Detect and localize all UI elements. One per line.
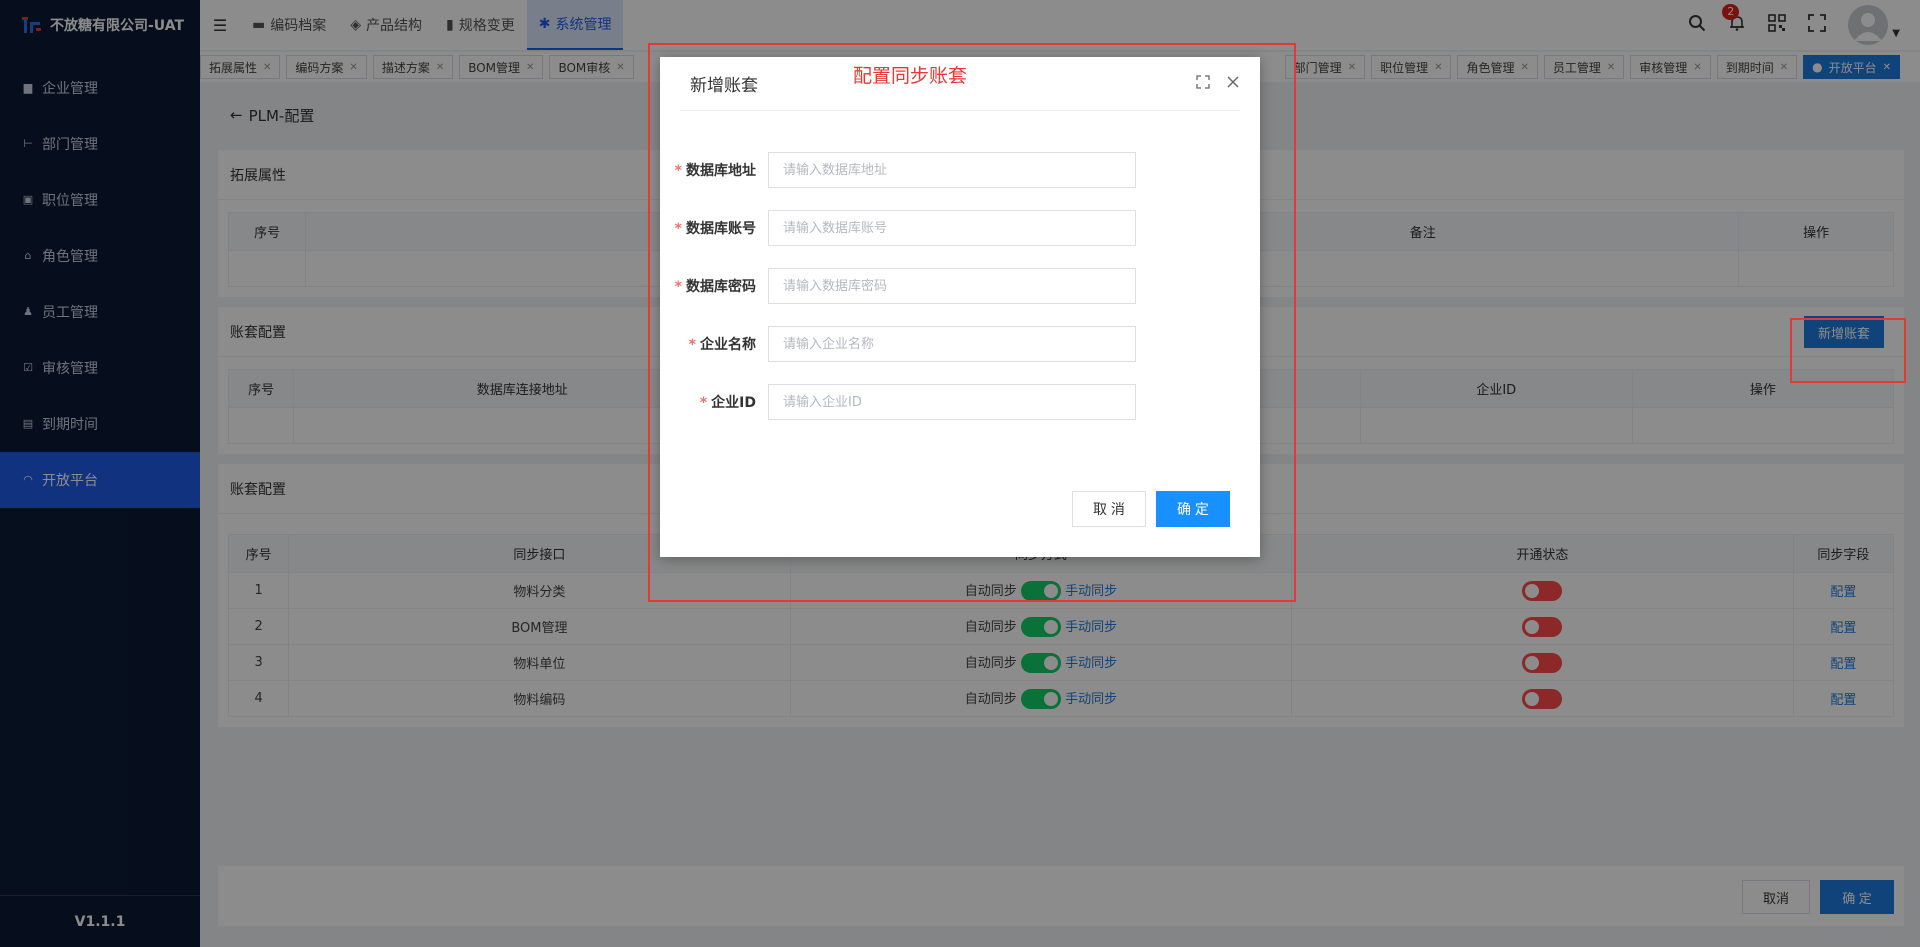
annotation-box-dialog: [648, 43, 1296, 602]
annotation-label: 配置同步账套: [853, 65, 968, 87]
app-root: 不放糖有限公司-UAT ▆ 企业管理 ⊢ 部门管理 ▣ 职位管理 ⌂ 角色管理 ♟ 员工管…: [0, 0, 1920, 947]
annotation-box-add-button: [1790, 318, 1906, 383]
